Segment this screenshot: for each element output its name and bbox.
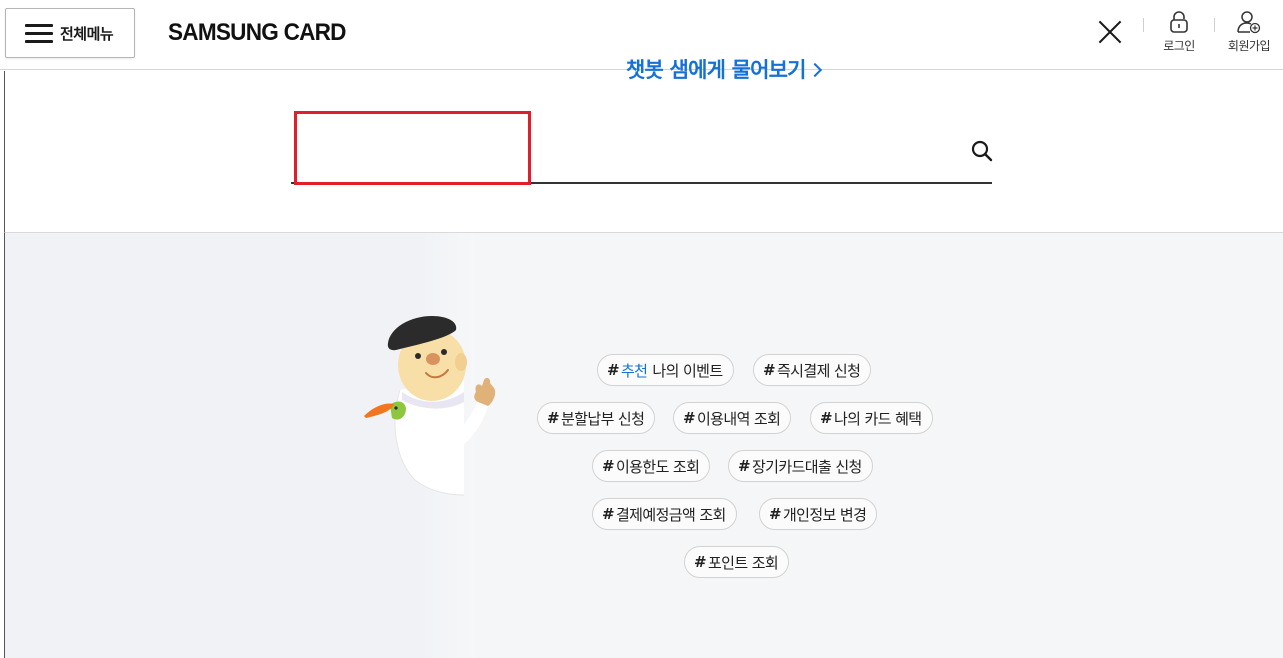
signup-button[interactable]: 회원가입 bbox=[1219, 10, 1279, 56]
search-icon bbox=[971, 140, 993, 162]
divider bbox=[1143, 18, 1144, 32]
search-button[interactable] bbox=[967, 137, 995, 165]
chatbot-mascot-illustration bbox=[364, 316, 496, 496]
chatbot-link[interactable]: 챗봇 샘에게 물어보기 bbox=[626, 54, 822, 84]
tag-recommend-label: 추천 bbox=[620, 361, 648, 380]
tag-points[interactable]: # 포인트 조회 bbox=[684, 546, 790, 578]
tag-my-event[interactable]: # 추천 나의 이벤트 bbox=[597, 354, 734, 386]
tag-long-term-loan[interactable]: # 장기카드대출 신청 bbox=[728, 450, 873, 482]
login-label: 로그인 bbox=[1163, 39, 1195, 53]
tag-installment[interactable]: # 분할납부 신청 bbox=[537, 402, 656, 434]
tag-personal-info[interactable]: # 개인정보 변경 bbox=[759, 498, 878, 530]
all-menu-label: 전체메뉴 bbox=[60, 24, 114, 43]
login-button[interactable]: 로그인 bbox=[1149, 10, 1209, 56]
signup-label: 회원가입 bbox=[1227, 39, 1271, 53]
divider bbox=[1214, 18, 1215, 32]
close-icon[interactable] bbox=[1097, 19, 1123, 45]
chatbot-title: 챗봇 샘에게 물어보기 bbox=[626, 58, 807, 82]
tag-instant-payment[interactable]: # 즉시결제 신청 bbox=[753, 354, 872, 386]
hamburger-icon bbox=[25, 23, 53, 43]
all-menu-button[interactable]: 전체메뉴 bbox=[5, 8, 135, 58]
tag-payment-due[interactable]: # 결제예정금액 조회 bbox=[592, 498, 737, 530]
highlight-box bbox=[294, 111, 531, 185]
samsung-card-logo[interactable]: SAMSUNG CARD bbox=[168, 19, 346, 47]
user-add-icon bbox=[1237, 11, 1261, 34]
lock-icon bbox=[1170, 11, 1188, 33]
tag-card-benefits[interactable]: # 나의 카드 혜택 bbox=[810, 402, 933, 434]
tag-credit-limit[interactable]: # 이용한도 조회 bbox=[592, 450, 711, 482]
chatbot-section bbox=[4, 233, 1283, 658]
chevron-right-icon bbox=[807, 62, 822, 78]
tag-usage-history[interactable]: # 이용내역 조회 bbox=[673, 402, 792, 434]
